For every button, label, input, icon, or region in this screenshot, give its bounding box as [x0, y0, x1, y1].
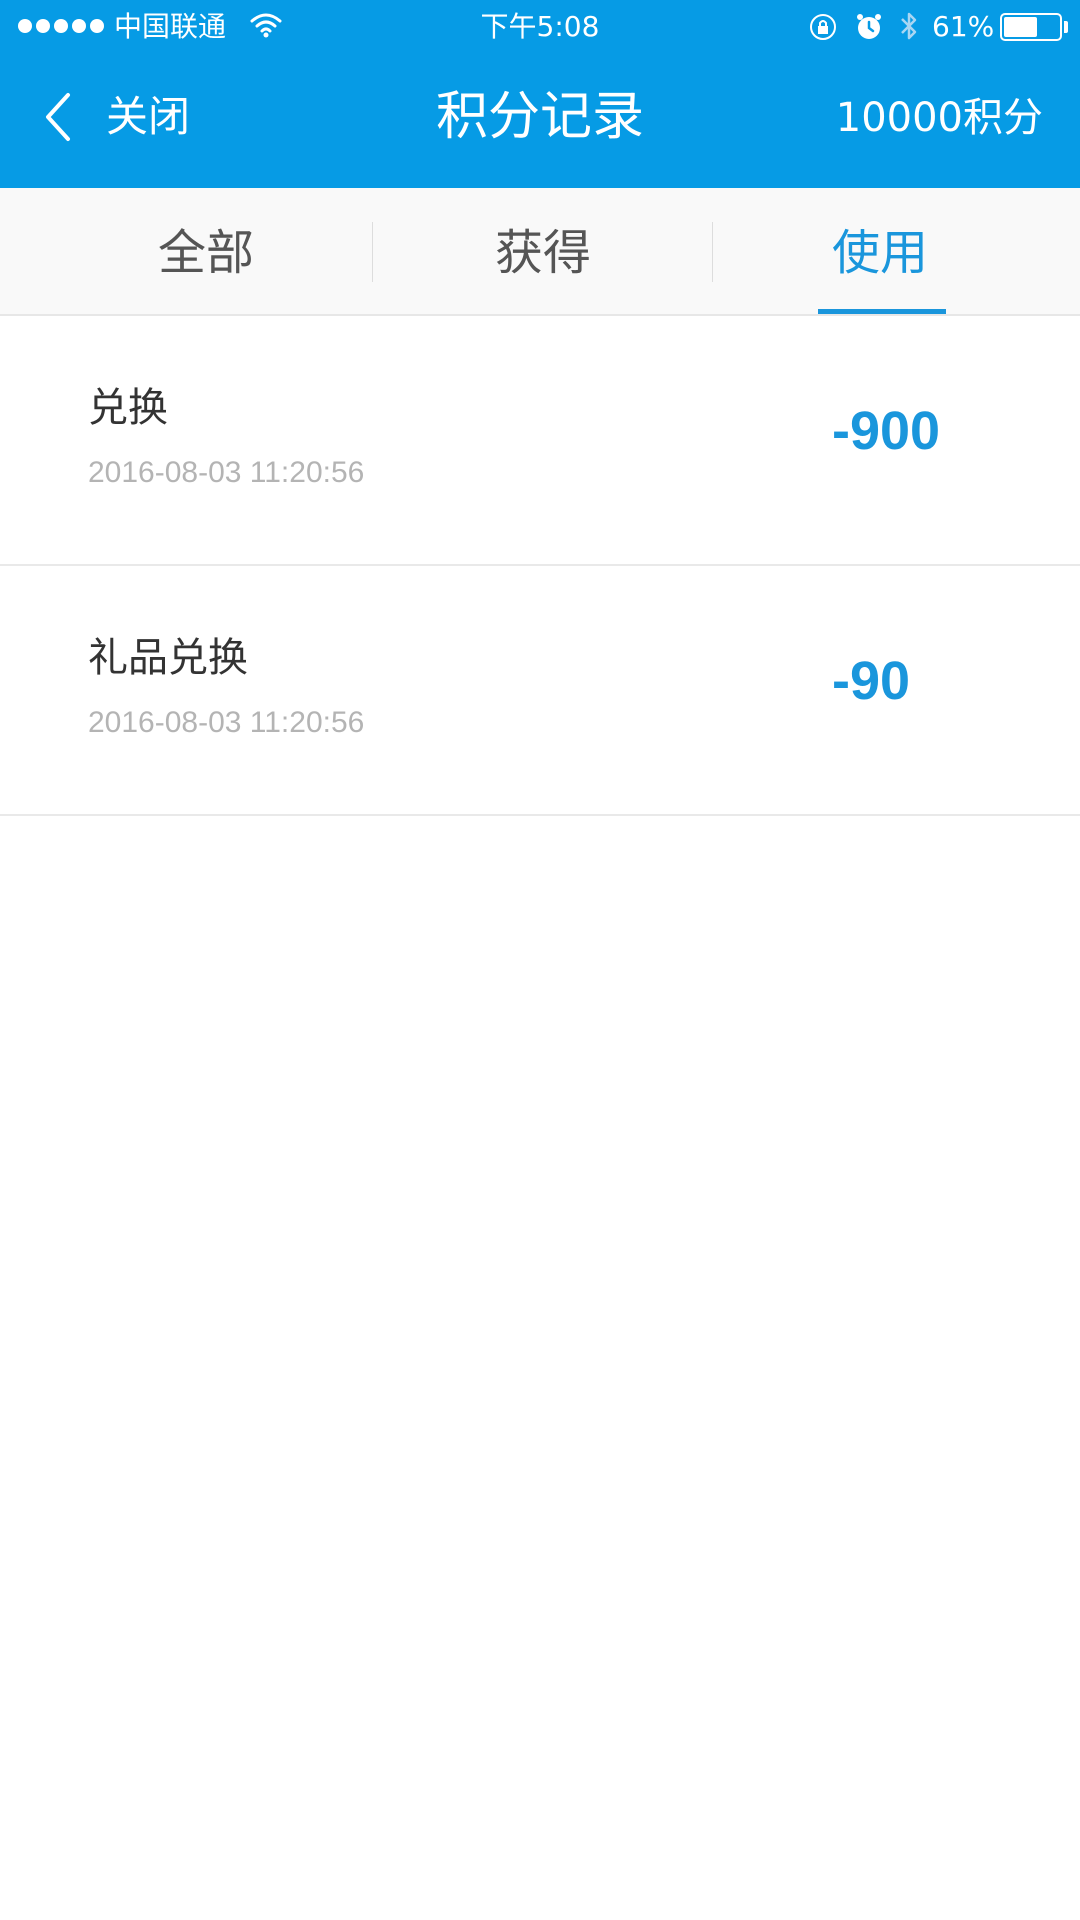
record-timestamp: 2016-08-03 11:20:56 [88, 706, 365, 739]
list-item[interactable]: 兑换 2016-08-03 11:20:56 -900 [0, 316, 1080, 566]
tab-used[interactable]: 使用 [714, 188, 1046, 314]
bluetooth-icon [901, 12, 917, 40]
record-points-amount: -900 [832, 401, 941, 461]
points-balance: 10000积分 [835, 95, 1043, 141]
record-title: 礼品兑换 [88, 635, 248, 681]
status-bar: 中国联通 下午5:08 61% [0, 0, 1080, 54]
record-points-amount: -90 [832, 651, 911, 711]
record-title: 兑换 [88, 385, 168, 431]
alarm-icon [857, 14, 881, 39]
battery-level [1004, 17, 1037, 37]
battery-icon [1000, 13, 1062, 41]
tab-earned[interactable]: 获得 [374, 188, 712, 314]
battery-percent: 61% [932, 10, 995, 43]
active-tab-indicator [818, 309, 946, 314]
tab-bar: 全部 获得 使用 [0, 188, 1080, 316]
list-item[interactable]: 礼品兑换 2016-08-03 11:20:56 -90 [0, 566, 1080, 816]
points-record-list: 兑换 2016-08-03 11:20:56 -900 礼品兑换 2016-08… [0, 316, 1080, 816]
rotation-lock-icon [810, 14, 836, 40]
record-timestamp: 2016-08-03 11:20:56 [88, 456, 365, 489]
tab-all[interactable]: 全部 [40, 188, 372, 314]
battery-tip [1064, 21, 1068, 33]
tab-divider [372, 222, 373, 282]
app-header: 中国联通 下午5:08 61% 关闭 积分记录 10000积分 [0, 0, 1080, 188]
tab-divider [712, 222, 713, 282]
navigation-bar: 关闭 积分记录 10000积分 [0, 54, 1080, 188]
